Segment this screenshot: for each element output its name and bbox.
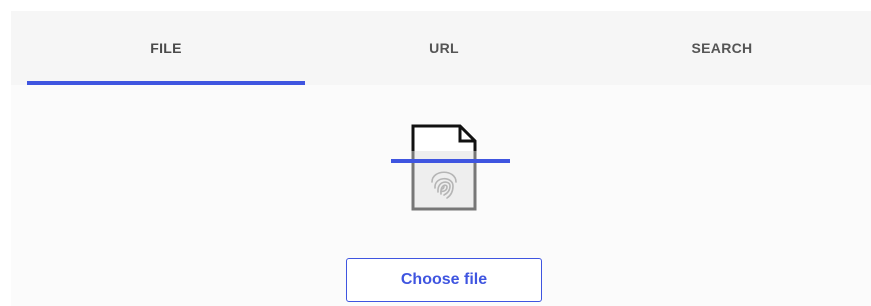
tab-url-label: URL <box>429 40 459 56</box>
tab-file-label: FILE <box>150 40 182 56</box>
tab-bar: FILE URL SEARCH <box>11 11 871 85</box>
tab-file[interactable]: FILE <box>27 11 305 85</box>
tab-search-label: SEARCH <box>691 40 753 56</box>
tab-url[interactable]: URL <box>305 11 583 85</box>
file-fingerprint-scan-icon <box>391 124 510 211</box>
active-tab-indicator <box>27 81 305 85</box>
tab-search[interactable]: SEARCH <box>583 11 861 85</box>
choose-file-button[interactable]: Choose file <box>346 258 542 302</box>
upload-panel: FILE URL SEARCH Choose file <box>11 11 871 306</box>
